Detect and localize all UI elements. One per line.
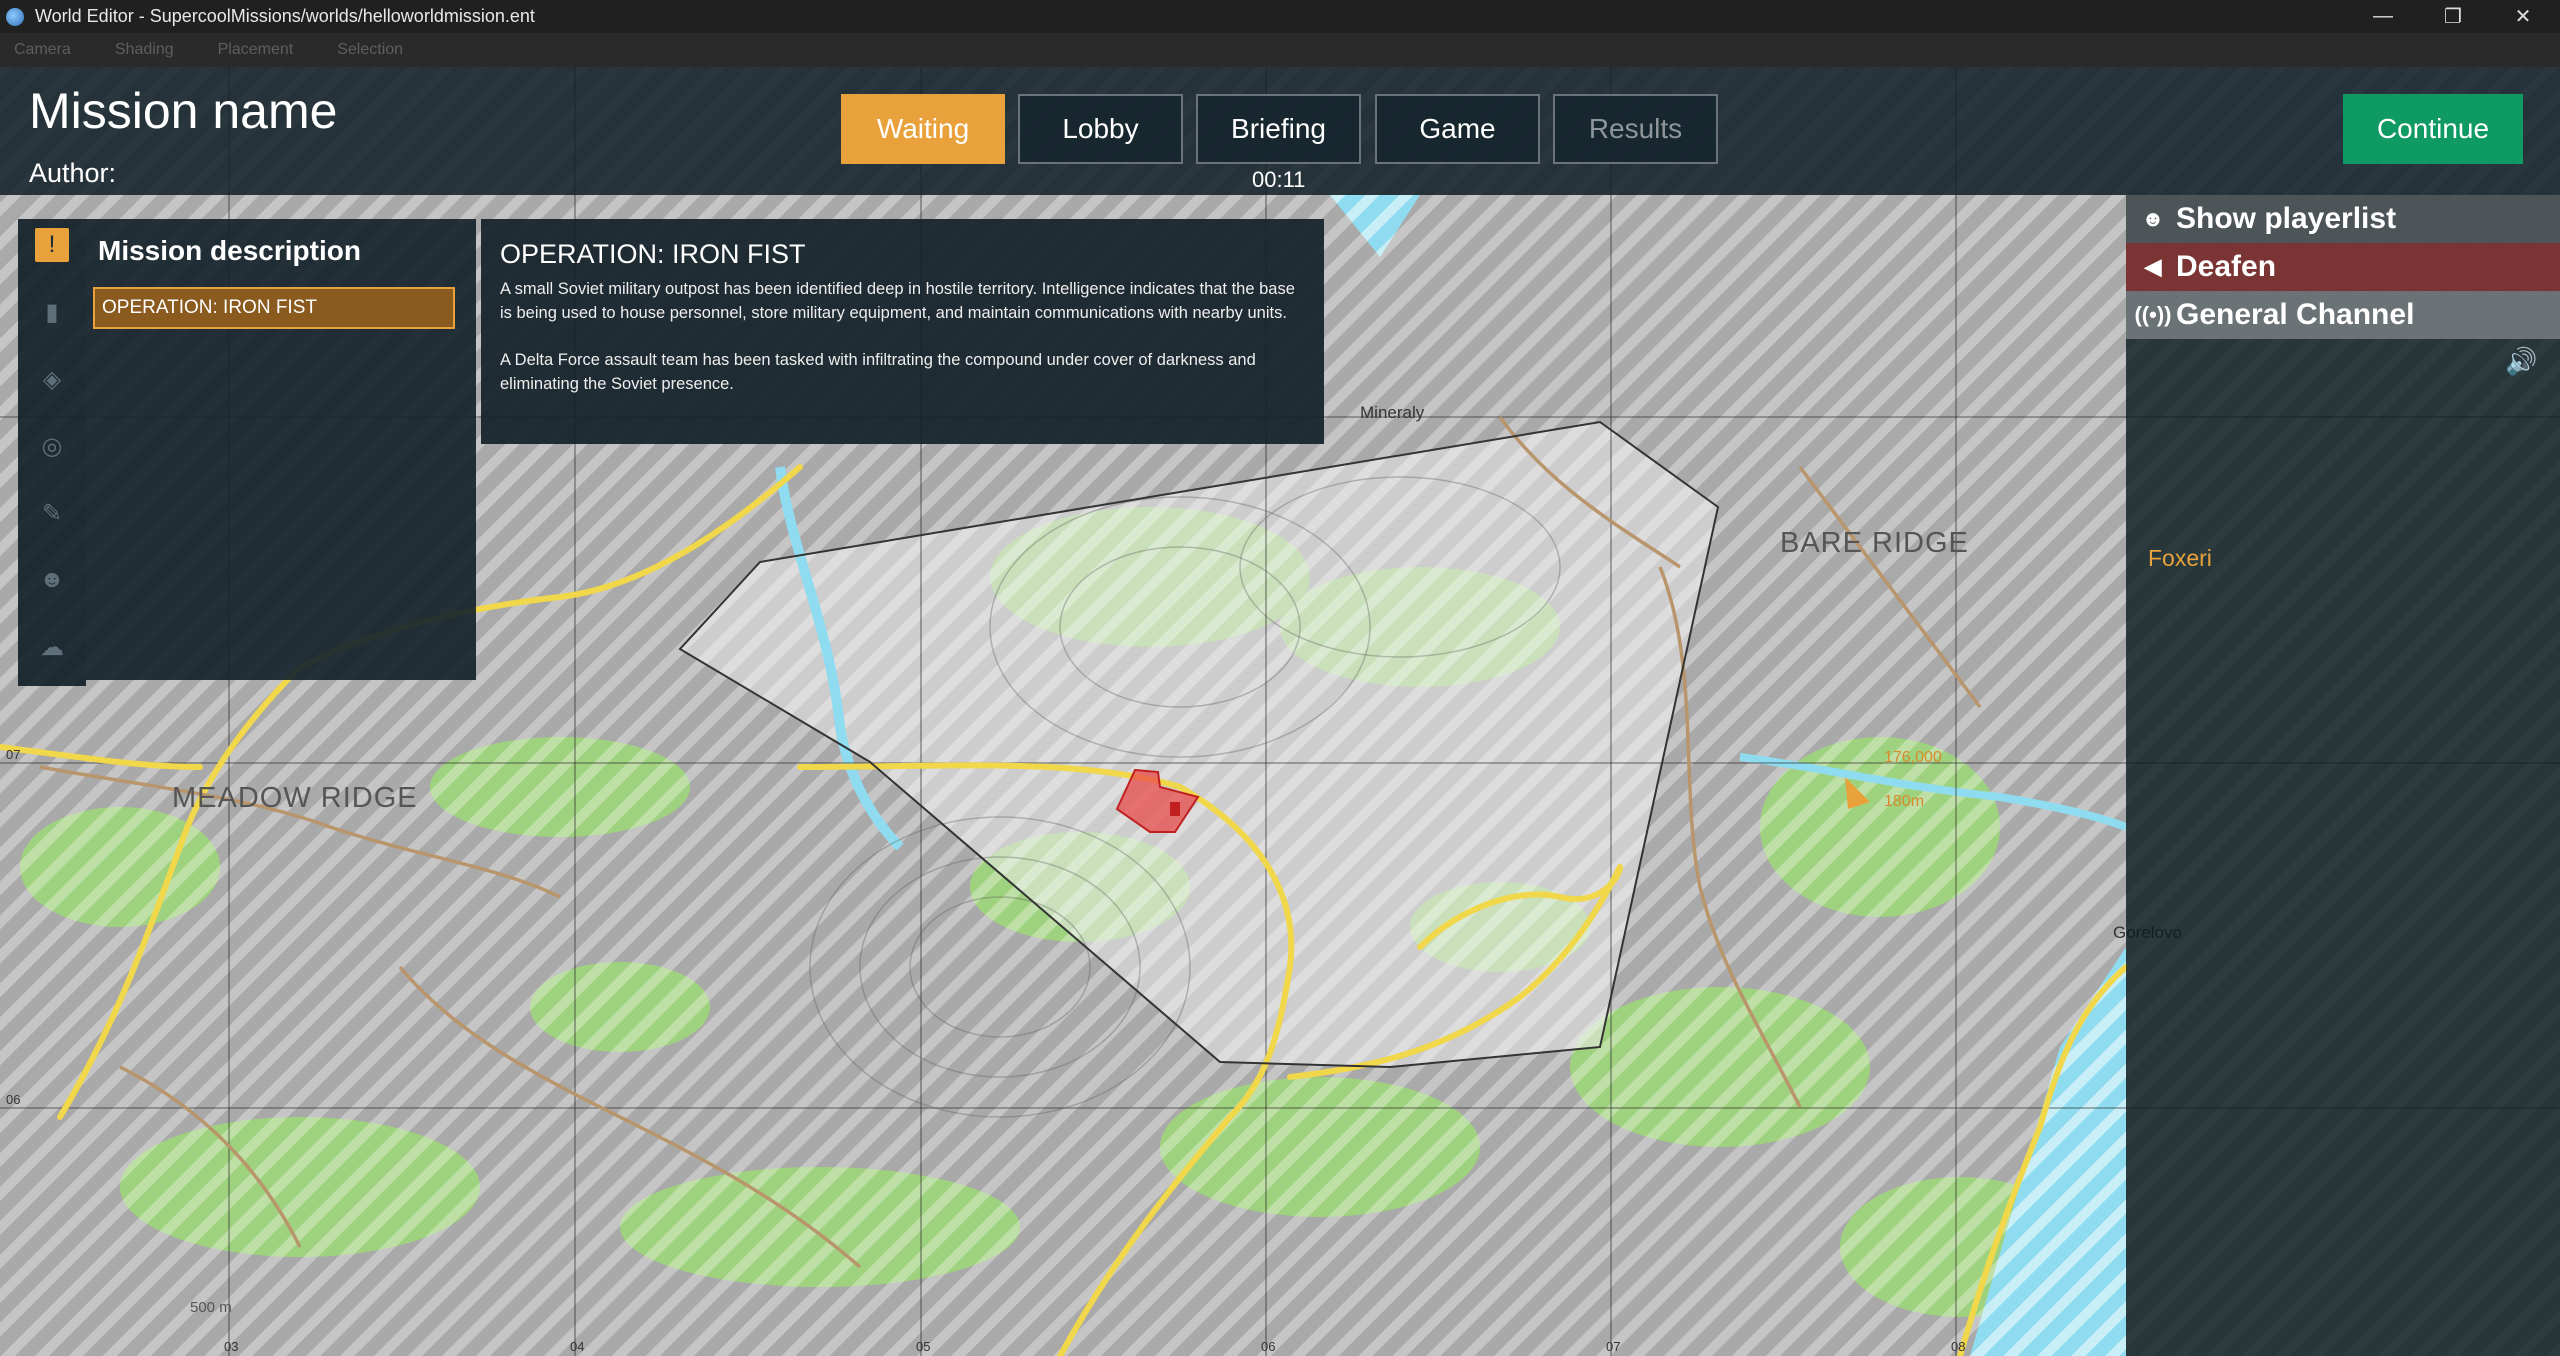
briefing-title: OPERATION: IRON FIST [500, 239, 806, 269]
description-item[interactable]: OPERATION: IRON FIST [93, 287, 455, 329]
phase-button-briefing[interactable]: Briefing [1196, 94, 1361, 164]
phase-button-game[interactable]: Game [1375, 94, 1540, 164]
deafen-button[interactable]: ◀ Deafen [2126, 243, 2560, 291]
map-label-mineraly: Mineraly [1360, 403, 1425, 422]
group-icon[interactable]: ☻ [35, 563, 69, 597]
map-label-bare-ridge: BARE RIDGE [1780, 527, 1969, 559]
voice-panel: ☻ Show playerlist ◀ Deafen ((•)) General… [2126, 195, 2560, 1356]
mission-name: Mission name [29, 83, 338, 139]
editor-tool-rail: ! ▮ ◈ ◎ ✎ ☻ ☁ [18, 219, 86, 686]
phase-button-waiting[interactable]: Waiting [841, 94, 1005, 164]
mission-description-panel: Mission description OPERATION: IRON FIST [86, 219, 476, 680]
objective-icon[interactable]: ▮ [35, 295, 69, 329]
maximize-button[interactable]: ❐ [2418, 0, 2488, 33]
menu-placement[interactable]: Placement [218, 41, 294, 59]
group-icon: ☻ [2141, 206, 2165, 231]
grid-number: 07 [1606, 1339, 1621, 1354]
objective-flag-icon [1170, 802, 1180, 816]
pencil-icon[interactable]: ✎ [35, 496, 69, 530]
briefing-paragraph: A Delta Force assault team has been task… [500, 351, 1256, 393]
menu-shading[interactable]: Shading [115, 41, 174, 59]
show-playerlist-label: Show playerlist [2176, 202, 2397, 235]
grid-number: 06 [6, 1092, 21, 1107]
grid-number: 07 [6, 747, 21, 762]
author-label: Author: [29, 158, 117, 188]
menu-selection[interactable]: Selection [337, 41, 403, 59]
compass-icon[interactable]: ◈ [35, 362, 69, 396]
app-globe-icon [6, 7, 24, 26]
map-label-meadow-ridge: MEADOW RIDGE [172, 782, 418, 814]
briefing-body: A small Soviet military outpost has been… [500, 277, 1310, 419]
continue-button[interactable]: Continue [2343, 94, 2523, 164]
target-icon[interactable]: ◎ [35, 429, 69, 463]
title-bar: World Editor - SupercoolMissions/worlds/… [0, 0, 2560, 33]
briefing-text-panel: OPERATION: IRON FIST A small Soviet mili… [481, 219, 1324, 444]
show-playerlist-button[interactable]: ☻ Show playerlist [2126, 195, 2560, 243]
minimize-button[interactable]: — [2348, 0, 2418, 33]
grid-number: 08 [1951, 1339, 1966, 1354]
deafen-label: Deafen [2176, 250, 2277, 283]
broadcast-icon: ((•)) [2134, 302, 2172, 327]
channel-label: General Channel [2176, 298, 2415, 331]
phase-button-results[interactable]: Results [1553, 94, 1718, 164]
marker-elevation: 180m [1884, 793, 1925, 810]
speaker-icon[interactable]: 🔊 [2505, 346, 2537, 377]
panel-title: Mission description [98, 235, 361, 266]
grid-number: 06 [1261, 1339, 1276, 1354]
menu-camera[interactable]: Camera [14, 41, 71, 59]
channel-row[interactable]: ((•)) General Channel [2126, 291, 2560, 339]
player-name[interactable]: Foxeri [2148, 545, 2212, 572]
phase-button-lobby[interactable]: Lobby [1018, 94, 1183, 164]
marker-distance: 176,000 [1884, 749, 1942, 766]
briefing-paragraph: A small Soviet military outpost has been… [500, 280, 1295, 322]
menu-bar: Camera Shading Placement Selection [0, 33, 2560, 67]
cloud-icon[interactable]: ☁ [35, 630, 69, 664]
phase-timer: 00:11 [1252, 167, 1306, 192]
grid-number: 04 [570, 1339, 585, 1354]
map-scale-label: 500 m [190, 1299, 232, 1316]
window-title: World Editor - SupercoolMissions/worlds/… [35, 6, 535, 26]
grid-number: 05 [916, 1339, 931, 1354]
exclamation-icon[interactable]: ! [35, 228, 69, 262]
close-window-button[interactable]: ✕ [2488, 0, 2558, 33]
speaker-mute-icon: ◀ [2144, 254, 2162, 279]
grid-number: 03 [224, 1339, 239, 1354]
